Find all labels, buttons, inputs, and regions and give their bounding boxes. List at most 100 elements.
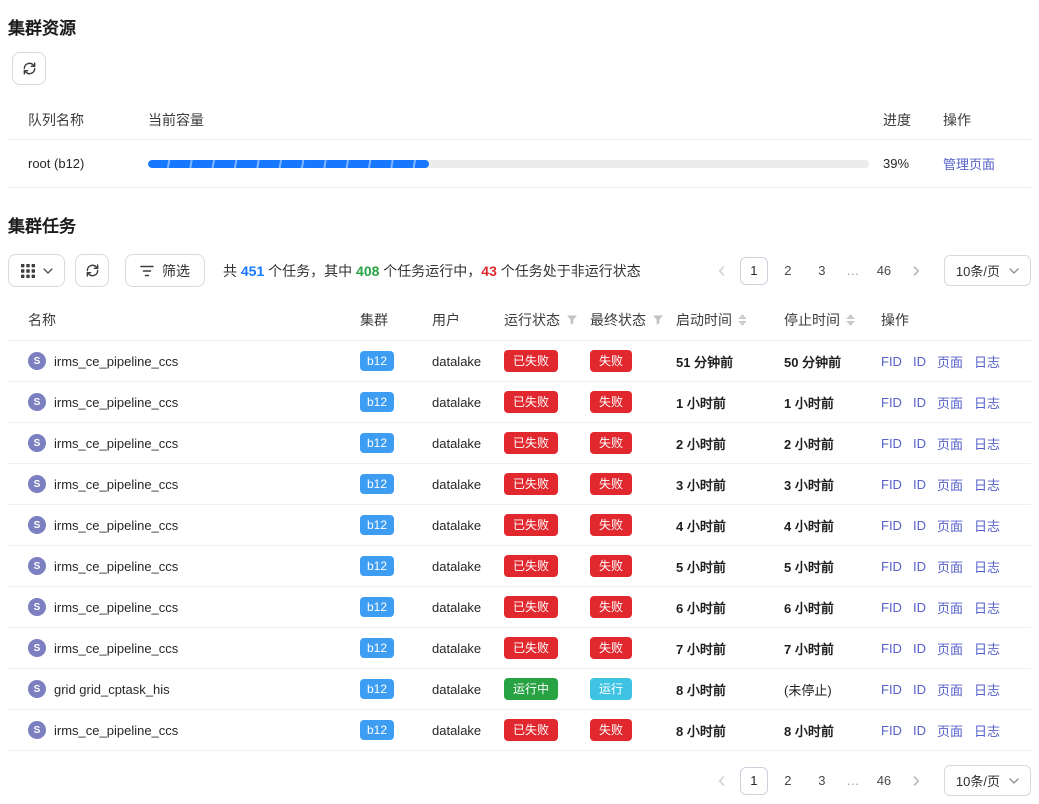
action-page-link[interactable]: 页面: [937, 393, 963, 412]
action-id-link[interactable]: ID: [913, 600, 926, 615]
cluster-badge: b12: [360, 351, 394, 371]
action-page-link[interactable]: 页面: [937, 639, 963, 658]
filter-icon[interactable]: [652, 314, 664, 326]
action-page-link[interactable]: 页面: [937, 475, 963, 494]
table-row: S irms_ce_pipeline_ccs b12 datalake 已失败 …: [8, 628, 1031, 669]
prev-page-button[interactable]: [710, 258, 734, 284]
start-time: 51 分钟前: [676, 352, 784, 371]
bottom-toolbar: 1 2 3 … 46 10条/页: [8, 765, 1031, 796]
refresh-tasks-button[interactable]: [75, 254, 109, 287]
action-log-link[interactable]: 日志: [974, 393, 1000, 412]
action-fid-link[interactable]: FID: [881, 600, 902, 615]
next-page-button[interactable]: [904, 258, 928, 284]
action-page-link[interactable]: 页面: [937, 557, 963, 576]
action-fid-link[interactable]: FID: [881, 518, 902, 533]
action-fid-link[interactable]: FID: [881, 354, 902, 369]
refresh-resources-button[interactable]: [12, 52, 46, 85]
filter-button[interactable]: 筛选: [125, 254, 205, 287]
action-id-link[interactable]: ID: [913, 518, 926, 533]
action-page-link[interactable]: 页面: [937, 721, 963, 740]
action-log-link[interactable]: 日志: [974, 680, 1000, 699]
page-button-1[interactable]: 1: [740, 257, 768, 285]
stop-time: 5 小时前: [784, 557, 881, 576]
action-page-link[interactable]: 页面: [937, 434, 963, 453]
stop-time: 6 小时前: [784, 598, 881, 617]
sorter-icon[interactable]: [738, 314, 747, 326]
page-button-46[interactable]: 46: [870, 257, 898, 285]
action-fid-link[interactable]: FID: [881, 477, 902, 492]
action-log-link[interactable]: 日志: [974, 475, 1000, 494]
page-ellipsis[interactable]: …: [842, 773, 864, 788]
cluster-tasks-title: 集群任务: [8, 212, 1031, 237]
action-id-link[interactable]: ID: [913, 477, 926, 492]
action-fid-link[interactable]: FID: [881, 395, 902, 410]
action-id-link[interactable]: ID: [913, 682, 926, 697]
page-size-value: 10条/页: [956, 771, 1000, 790]
user-name: datalake: [432, 559, 504, 574]
action-fid-link[interactable]: FID: [881, 641, 902, 656]
action-fid-link[interactable]: FID: [881, 682, 902, 697]
task-name: irms_ce_pipeline_ccs: [54, 641, 178, 656]
action-page-link[interactable]: 页面: [937, 516, 963, 535]
filter-icon[interactable]: [566, 314, 578, 326]
table-row: S irms_ce_pipeline_ccs b12 datalake 已失败 …: [8, 382, 1031, 423]
action-log-link[interactable]: 日志: [974, 516, 1000, 535]
page-ellipsis[interactable]: …: [842, 263, 864, 278]
run-status-badge: 已失败: [504, 514, 558, 536]
summary-text: 个任务，其中: [264, 263, 356, 279]
page-button-1[interactable]: 1: [740, 767, 768, 795]
run-status-badge: 已失败: [504, 719, 558, 741]
run-status-badge: 运行中: [504, 678, 558, 700]
action-id-link[interactable]: ID: [913, 436, 926, 451]
action-fid-link[interactable]: FID: [881, 723, 902, 738]
action-log-link[interactable]: 日志: [974, 639, 1000, 658]
action-id-link[interactable]: ID: [913, 559, 926, 574]
task-name: irms_ce_pipeline_ccs: [54, 354, 178, 369]
avatar: S: [28, 393, 46, 411]
final-status-badge: 失败: [590, 555, 632, 577]
start-time: 6 小时前: [676, 598, 784, 617]
tasks-toolbar: 筛选 共 451 个任务，其中 408 个任务运行中，43 个任务处于非运行状态…: [8, 254, 1031, 287]
run-status-badge: 已失败: [504, 432, 558, 454]
col-start-time: 启动时间: [676, 310, 784, 330]
final-status-badge: 失败: [590, 473, 632, 495]
sorter-icon[interactable]: [846, 314, 855, 326]
page-button-3[interactable]: 3: [808, 257, 836, 285]
manage-page-link[interactable]: 管理页面: [943, 157, 995, 172]
action-log-link[interactable]: 日志: [974, 352, 1000, 371]
stop-time: (未停止): [784, 680, 881, 699]
action-fid-link[interactable]: FID: [881, 559, 902, 574]
action-log-link[interactable]: 日志: [974, 721, 1000, 740]
start-time: 2 小时前: [676, 434, 784, 453]
user-name: datalake: [432, 600, 504, 615]
page-button-2[interactable]: 2: [774, 257, 802, 285]
start-time: 1 小时前: [676, 393, 784, 412]
action-log-link[interactable]: 日志: [974, 434, 1000, 453]
col-name: 名称: [8, 310, 360, 330]
action-log-link[interactable]: 日志: [974, 598, 1000, 617]
avatar: S: [28, 352, 46, 370]
action-log-link[interactable]: 日志: [974, 557, 1000, 576]
action-page-link[interactable]: 页面: [937, 598, 963, 617]
pagination-bottom: 1 2 3 … 46 10条/页: [710, 765, 1031, 796]
action-id-link[interactable]: ID: [913, 641, 926, 656]
final-status-badge: 失败: [590, 391, 632, 413]
page-size-select[interactable]: 10条/页: [944, 255, 1031, 286]
action-fid-link[interactable]: FID: [881, 436, 902, 451]
page-button-2[interactable]: 2: [774, 767, 802, 795]
action-page-link[interactable]: 页面: [937, 680, 963, 699]
run-status-badge: 已失败: [504, 473, 558, 495]
page-size-select[interactable]: 10条/页: [944, 765, 1031, 796]
stop-time: 50 分钟前: [784, 352, 881, 371]
column-settings-button[interactable]: [8, 254, 65, 287]
start-time: 5 小时前: [676, 557, 784, 576]
action-page-link[interactable]: 页面: [937, 352, 963, 371]
action-id-link[interactable]: ID: [913, 395, 926, 410]
action-id-link[interactable]: ID: [913, 723, 926, 738]
page-button-3[interactable]: 3: [808, 767, 836, 795]
cluster-badge: b12: [360, 474, 394, 494]
table-row: S irms_ce_pipeline_ccs b12 datalake 已失败 …: [8, 341, 1031, 382]
stop-time: 4 小时前: [784, 516, 881, 535]
page-button-46[interactable]: 46: [870, 767, 898, 795]
action-id-link[interactable]: ID: [913, 354, 926, 369]
